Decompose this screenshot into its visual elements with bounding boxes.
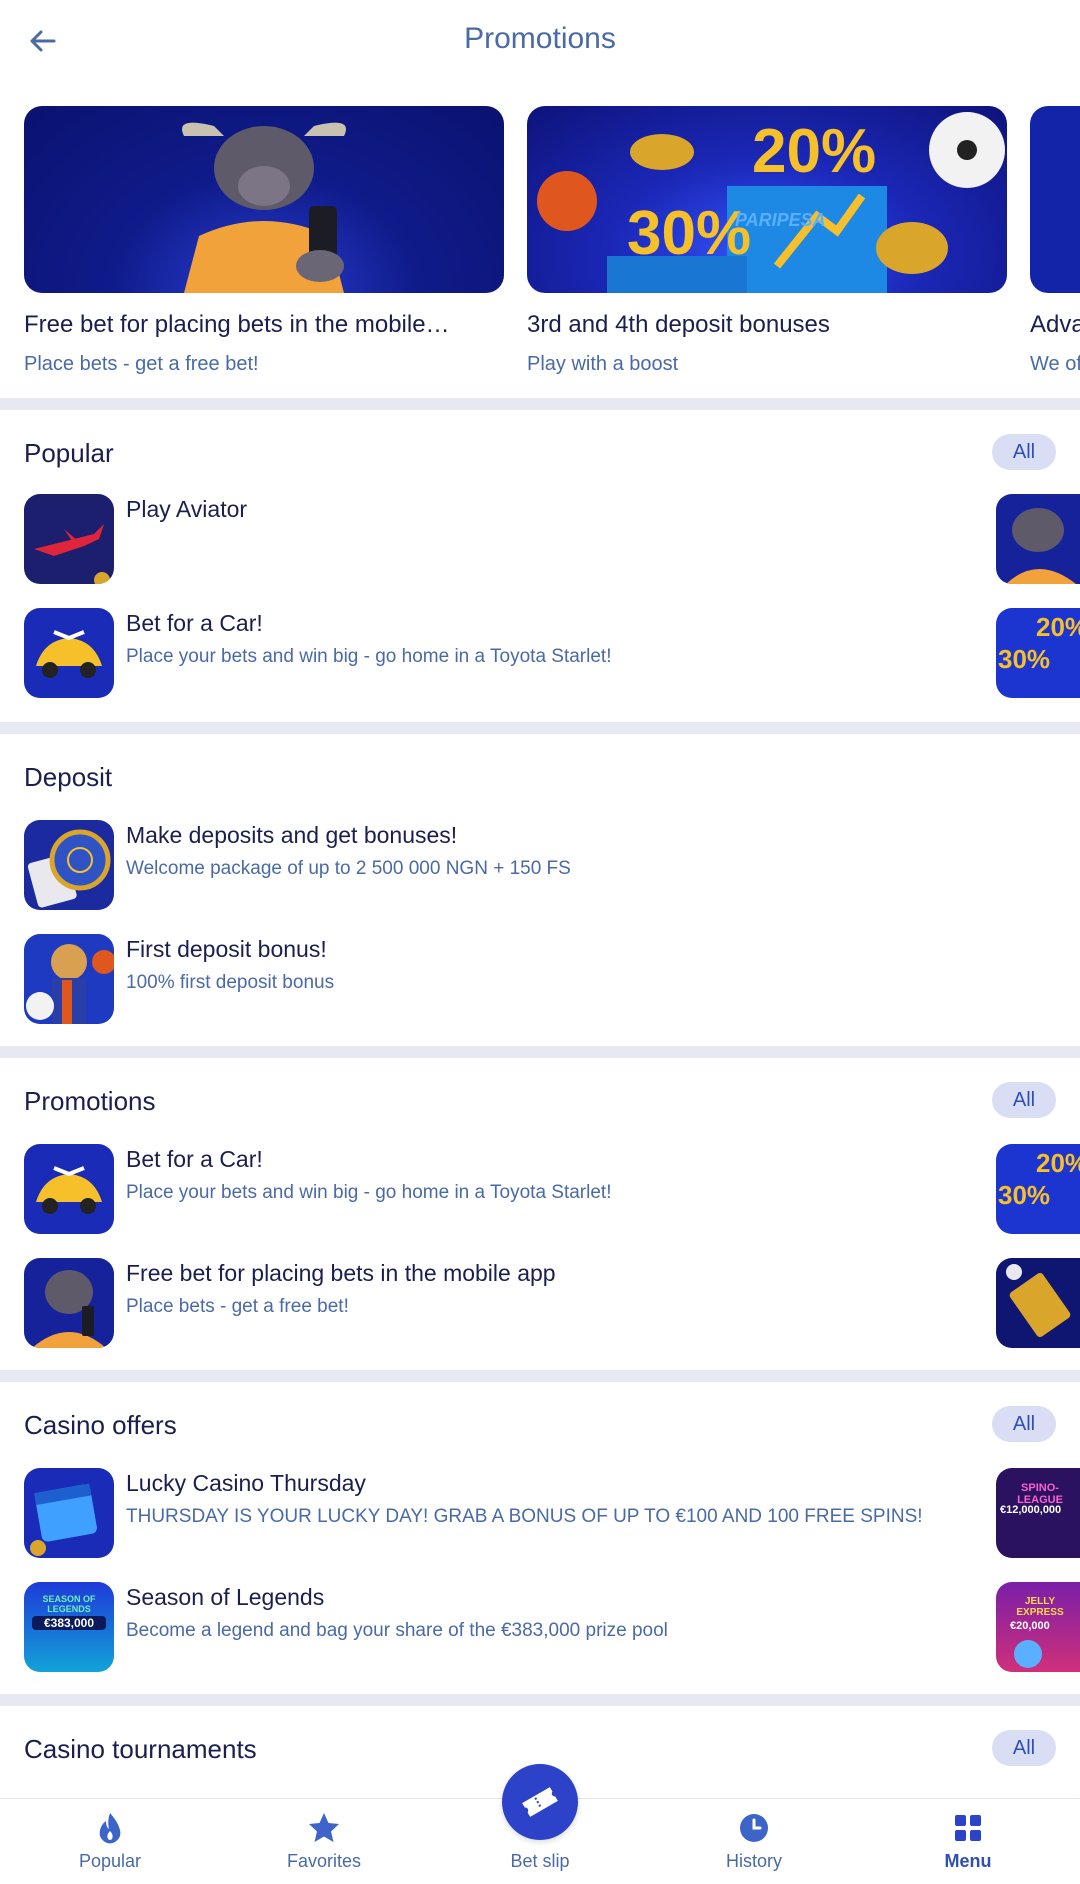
aviator-thumbnail — [24, 494, 114, 584]
brand-label: PARIPESA — [735, 210, 826, 230]
list-item-subtitle: Place your bets and win big - go home in… — [126, 646, 612, 667]
bull-mascot-illustration — [182, 122, 346, 293]
list-item-subtitle: Welcome package of up to 2 500 000 NGN +… — [126, 858, 571, 879]
side-thumbnail[interactable] — [996, 1258, 1080, 1348]
list-item-title: Free bet for placing bets in the mobile … — [126, 1260, 556, 1286]
nav-label: History — [725, 1851, 782, 1871]
section-title: Casino tournaments — [24, 1734, 257, 1764]
list-item[interactable]: Bet for a Car! Place your bets and win b… — [0, 1144, 1080, 1236]
list-item-title: Season of Legends — [126, 1584, 325, 1610]
banner-image-free-bet — [24, 106, 504, 293]
spino-prize-label: €12,000,000 — [1000, 1504, 1062, 1516]
list-item[interactable]: Lucky Casino Thursday THURSDAY IS YOUR L… — [0, 1468, 1080, 1560]
list-item-subtitle: Place bets - get a free bet! — [126, 1296, 349, 1317]
all-button[interactable]: All — [992, 1406, 1056, 1442]
side-thumbnail[interactable]: JELLY EXPRESS €20,000 — [996, 1582, 1080, 1672]
banner-image-partial — [1030, 106, 1080, 293]
section-divider — [0, 398, 1080, 410]
bonus-20-label: 20% — [752, 117, 877, 186]
section-divider — [0, 722, 1080, 734]
section-title: Promotions — [24, 1086, 156, 1116]
bull-thumbnail — [24, 1258, 114, 1348]
ticket-icon — [522, 1787, 558, 1817]
list-item-title: Bet for a Car! — [126, 610, 263, 636]
list-item-subtitle: THURSDAY IS YOUR LUCKY DAY! GRAB A BONUS… — [126, 1506, 923, 1527]
list-item-title: Make deposits and get bonuses! — [126, 822, 458, 848]
spino-league-label: SPINO-LEAGUE — [1017, 1482, 1063, 1506]
promo-banner[interactable]: 20% 30% PARIPESA 3rd and 4th deposit bon… — [527, 106, 1007, 376]
season-of-legends-thumbnail: SEASON OF LEGENDS €383,000 — [24, 1582, 114, 1672]
banner-title: 3rd and 4th deposit bonuses — [527, 311, 830, 338]
promo-banner-carousel[interactable]: Free bet for placing bets in the mobile…… — [0, 106, 1080, 386]
side-thumbnail[interactable]: SPINO-LEAGUE €12,000,000 — [996, 1468, 1080, 1558]
section-deposit: Deposit Make deposits and get bonuses! W… — [0, 734, 1080, 1044]
app-header: Promotions — [0, 0, 1080, 86]
section-casino-offers: Casino offers All Lucky Casino Thursday … — [0, 1382, 1080, 1692]
nav-label: Menu — [944, 1851, 992, 1871]
clock-icon — [737, 1811, 771, 1845]
list-item[interactable]: SEASON OF LEGENDS €383,000 Season of Leg… — [0, 1582, 1080, 1674]
section-divider — [0, 1046, 1080, 1058]
list-item[interactable]: Free bet for placing bets in the mobile … — [0, 1258, 1080, 1350]
banner-subtitle: Place bets - get a free bet! — [24, 353, 259, 375]
banner-image-deposit-bonuses: 20% 30% PARIPESA — [527, 106, 1007, 293]
season-label: SEASON OF LEGENDS — [42, 1594, 96, 1614]
all-button[interactable]: All — [992, 1082, 1056, 1118]
section-title: Popular — [24, 438, 114, 468]
list-item[interactable]: First deposit bonus! 100% first deposit … — [0, 934, 1080, 1026]
star-icon — [307, 1811, 341, 1845]
nav-favorites[interactable]: Favorites — [244, 1799, 404, 1884]
list-item[interactable]: Play Aviator — [0, 494, 1080, 586]
flame-icon — [93, 1811, 127, 1845]
bonus-30-label: 30% — [627, 199, 752, 268]
section-divider — [0, 1694, 1080, 1706]
section-promotions: Promotions All Bet for a Car! Place your… — [0, 1058, 1080, 1368]
list-item-title: Lucky Casino Thursday — [126, 1470, 366, 1496]
car-thumbnail — [24, 608, 114, 698]
list-item-subtitle: Place your bets and win big - go home in… — [126, 1182, 612, 1203]
calendar-thumbnail — [24, 1468, 114, 1558]
page-title: Promotions — [464, 22, 616, 55]
side-thumbnail[interactable]: 20% 30% — [996, 608, 1080, 698]
all-button[interactable]: All — [992, 1730, 1056, 1766]
promo-banner[interactable]: Adva We of — [1030, 106, 1080, 376]
list-item-title: First deposit bonus! — [126, 936, 327, 962]
deposit-thumbnail — [24, 820, 114, 910]
banner-subtitle: We of — [1030, 353, 1080, 375]
section-title: Deposit — [24, 762, 113, 792]
list-item-subtitle: Become a legend and bag your share of th… — [126, 1620, 668, 1641]
banner-title: Adva — [1030, 311, 1080, 338]
nav-label: Popular — [78, 1851, 142, 1871]
nav-menu[interactable]: Menu — [888, 1799, 1048, 1884]
nav-popular[interactable]: Popular — [30, 1799, 190, 1884]
list-item[interactable]: Bet for a Car! Place your bets and win b… — [0, 608, 1080, 700]
banner-title: Free bet for placing bets in the mobile… — [24, 311, 450, 338]
first-deposit-thumbnail — [24, 934, 114, 1024]
list-item-subtitle: 100% first deposit bonus — [126, 972, 335, 993]
side-thumbnail[interactable]: 20% 30% — [996, 1144, 1080, 1234]
section-popular: Popular All Play Aviator Bet for a Car! … — [0, 410, 1080, 720]
section-title: Casino offers — [24, 1410, 177, 1440]
section-divider — [0, 1370, 1080, 1382]
list-item[interactable]: Make deposits and get bonuses! Welcome p… — [0, 820, 1080, 912]
nav-label: Favorites — [286, 1851, 362, 1871]
grid-menu-icon — [951, 1811, 985, 1845]
all-button[interactable]: All — [992, 434, 1056, 470]
bet-slip-button[interactable] — [502, 1764, 578, 1840]
car-thumbnail — [24, 1144, 114, 1234]
side-thumbnail[interactable] — [996, 494, 1080, 584]
list-item-title: Bet for a Car! — [126, 1146, 263, 1172]
promo-banner[interactable]: Free bet for placing bets in the mobile…… — [24, 106, 504, 376]
list-item-title: Play Aviator — [126, 496, 248, 522]
season-prize-label: €383,000 — [32, 1616, 106, 1630]
banner-subtitle: Play with a boost — [527, 353, 679, 375]
nav-history[interactable]: History — [674, 1799, 834, 1884]
nav-label: Bet slip — [510, 1851, 570, 1871]
